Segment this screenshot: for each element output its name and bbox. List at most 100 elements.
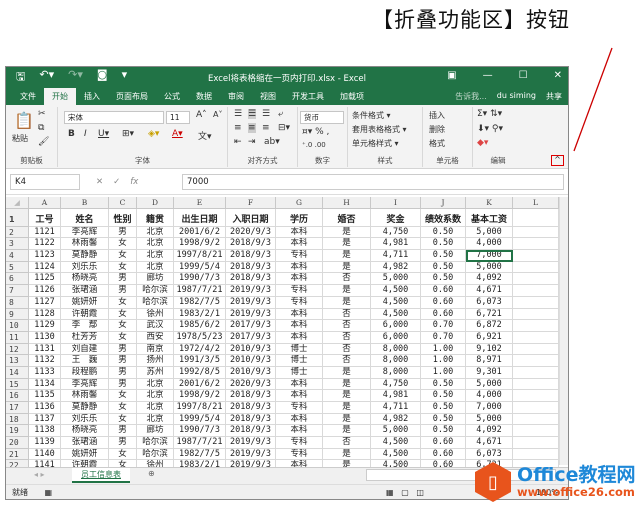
cell[interactable]: 0.50: [421, 390, 466, 402]
cell[interactable]: 女: [109, 296, 137, 309]
cell[interactable]: 2019/9/3: [226, 437, 276, 449]
sheet-nav-icon[interactable]: ◂ ▸: [34, 470, 45, 479]
row-header[interactable]: 20: [6, 437, 29, 449]
cell[interactable]: 本科: [276, 261, 323, 274]
cell[interactable]: 1987/7/21: [174, 285, 226, 297]
cell[interactable]: 0.60: [421, 437, 466, 449]
cell[interactable]: 林雨馨: [61, 238, 109, 251]
italic-icon[interactable]: I: [84, 129, 87, 139]
cell[interactable]: 2010/9/3: [226, 343, 276, 356]
cell[interactable]: 0.50: [421, 261, 466, 274]
cell[interactable]: 李亮辉: [61, 226, 109, 239]
cell[interactable]: 杜芳芳: [61, 331, 109, 344]
align-top-icon[interactable]: ☰: [234, 109, 242, 119]
cell[interactable]: 6,921: [466, 331, 513, 344]
cell[interactable]: 否: [323, 437, 371, 449]
cell[interactable]: 男: [109, 437, 137, 449]
cell[interactable]: 哈尔滨: [137, 437, 174, 449]
cell[interactable]: 4,711: [371, 402, 421, 414]
tab-2[interactable]: 插入: [76, 91, 108, 105]
cell[interactable]: 专科: [276, 285, 323, 297]
cell[interactable]: 1128: [29, 308, 61, 321]
cell[interactable]: 4,500: [371, 448, 421, 461]
row-header[interactable]: 10: [6, 320, 29, 332]
cell[interactable]: 2010/9/3: [226, 366, 276, 379]
copy-icon[interactable]: ⧉: [38, 123, 44, 133]
table-format-button[interactable]: 套用表格格式 ▾: [352, 124, 407, 135]
tell-me-search[interactable]: 告诉我...: [455, 91, 487, 102]
cell[interactable]: 0.70: [421, 331, 466, 344]
cell[interactable]: 张珺涵: [61, 437, 109, 449]
cell[interactable]: 1983/2/1: [174, 308, 226, 321]
cell[interactable]: 0.50: [421, 378, 466, 391]
cell[interactable]: 8,000: [371, 366, 421, 379]
cell[interactable]: 5,000: [371, 425, 421, 438]
cell[interactable]: 2018/9/3: [226, 273, 276, 286]
cell[interactable]: 莫静静: [61, 402, 109, 414]
merge-icon[interactable]: ⊟▾: [278, 123, 290, 133]
cell[interactable]: 0.60: [421, 285, 466, 297]
font-name-select[interactable]: 宋体: [64, 111, 164, 124]
cell[interactable]: 专科: [276, 437, 323, 449]
cell[interactable]: [513, 413, 559, 426]
cell[interactable]: 男: [109, 273, 137, 286]
cell[interactable]: 2017/9/3: [226, 320, 276, 332]
cell[interactable]: 1998/9/2: [174, 238, 226, 251]
decimal-icon[interactable]: ⁺.0 .00: [302, 141, 326, 149]
cell[interactable]: 姚妍妍: [61, 296, 109, 309]
cell[interactable]: 是: [323, 261, 371, 274]
add-sheet-icon[interactable]: ⊕: [148, 469, 155, 478]
cell[interactable]: 北京: [137, 378, 174, 391]
cell[interactable]: [513, 238, 559, 251]
cell[interactable]: 2018/9/3: [226, 402, 276, 414]
cell[interactable]: 专科: [276, 296, 323, 309]
increase-indent-icon[interactable]: ⇥: [248, 137, 256, 147]
cell[interactable]: 1.00: [421, 366, 466, 379]
cell[interactable]: 0.50: [421, 238, 466, 251]
cell[interactable]: 本科: [276, 308, 323, 321]
align-left-icon[interactable]: ≡: [234, 123, 242, 133]
cell[interactable]: 1132: [29, 355, 61, 367]
cell[interactable]: [513, 261, 559, 274]
cell[interactable]: 是: [323, 238, 371, 251]
cell[interactable]: 专科: [276, 402, 323, 414]
cell[interactable]: [513, 378, 559, 391]
cell[interactable]: [513, 226, 559, 239]
cell[interactable]: 4,750: [371, 226, 421, 239]
cell[interactable]: [513, 250, 559, 262]
cell[interactable]: 1999/5/4: [174, 261, 226, 274]
column-header[interactable]: B: [61, 197, 109, 209]
cell[interactable]: 7,000: [466, 250, 513, 262]
cell[interactable]: 男: [109, 343, 137, 356]
cell[interactable]: 4,981: [371, 390, 421, 402]
cell[interactable]: 博士: [276, 366, 323, 379]
cell[interactable]: 本科: [276, 390, 323, 402]
autosum-icon[interactable]: Σ▾ ⇅▾: [477, 109, 502, 119]
cell[interactable]: 否: [323, 343, 371, 356]
align-center-icon[interactable]: ≡: [248, 123, 256, 133]
formula-input[interactable]: 7000: [182, 173, 564, 190]
cell[interactable]: 2020/9/3: [226, 226, 276, 239]
cell[interactable]: 苏州: [137, 366, 174, 379]
cell[interactable]: 2018/9/3: [226, 425, 276, 438]
cell[interactable]: 本科: [276, 320, 323, 332]
cell[interactable]: 1133: [29, 366, 61, 379]
tab-9[interactable]: 加载项: [332, 91, 372, 105]
cell[interactable]: 北京: [137, 402, 174, 414]
cell[interactable]: [513, 425, 559, 438]
row-header[interactable]: 12: [6, 343, 29, 356]
cell[interactable]: 0.70: [421, 320, 466, 332]
cell[interactable]: 1138: [29, 425, 61, 438]
cell[interactable]: 否: [323, 308, 371, 321]
cell[interactable]: [513, 296, 559, 309]
cell[interactable]: 女: [109, 238, 137, 251]
percent-icon[interactable]: ¤▾ % ,: [302, 127, 329, 137]
close-button[interactable]: ✕: [554, 70, 562, 81]
spreadsheet-grid[interactable]: ◢ A B C D E F G H I J K L 1 工号 姓名 性别 籍贯 出生日期 入职日期 学历 婚否 奖金 绩效系数…: [6, 197, 559, 473]
conditional-format-button[interactable]: 条件格式 ▾: [352, 110, 391, 121]
macro-record-icon[interactable]: ▦: [45, 488, 53, 497]
cell[interactable]: 扬州: [137, 355, 174, 367]
cell[interactable]: 4,982: [371, 261, 421, 274]
column-header[interactable]: L: [513, 197, 559, 209]
row-header[interactable]: 21: [6, 448, 29, 461]
